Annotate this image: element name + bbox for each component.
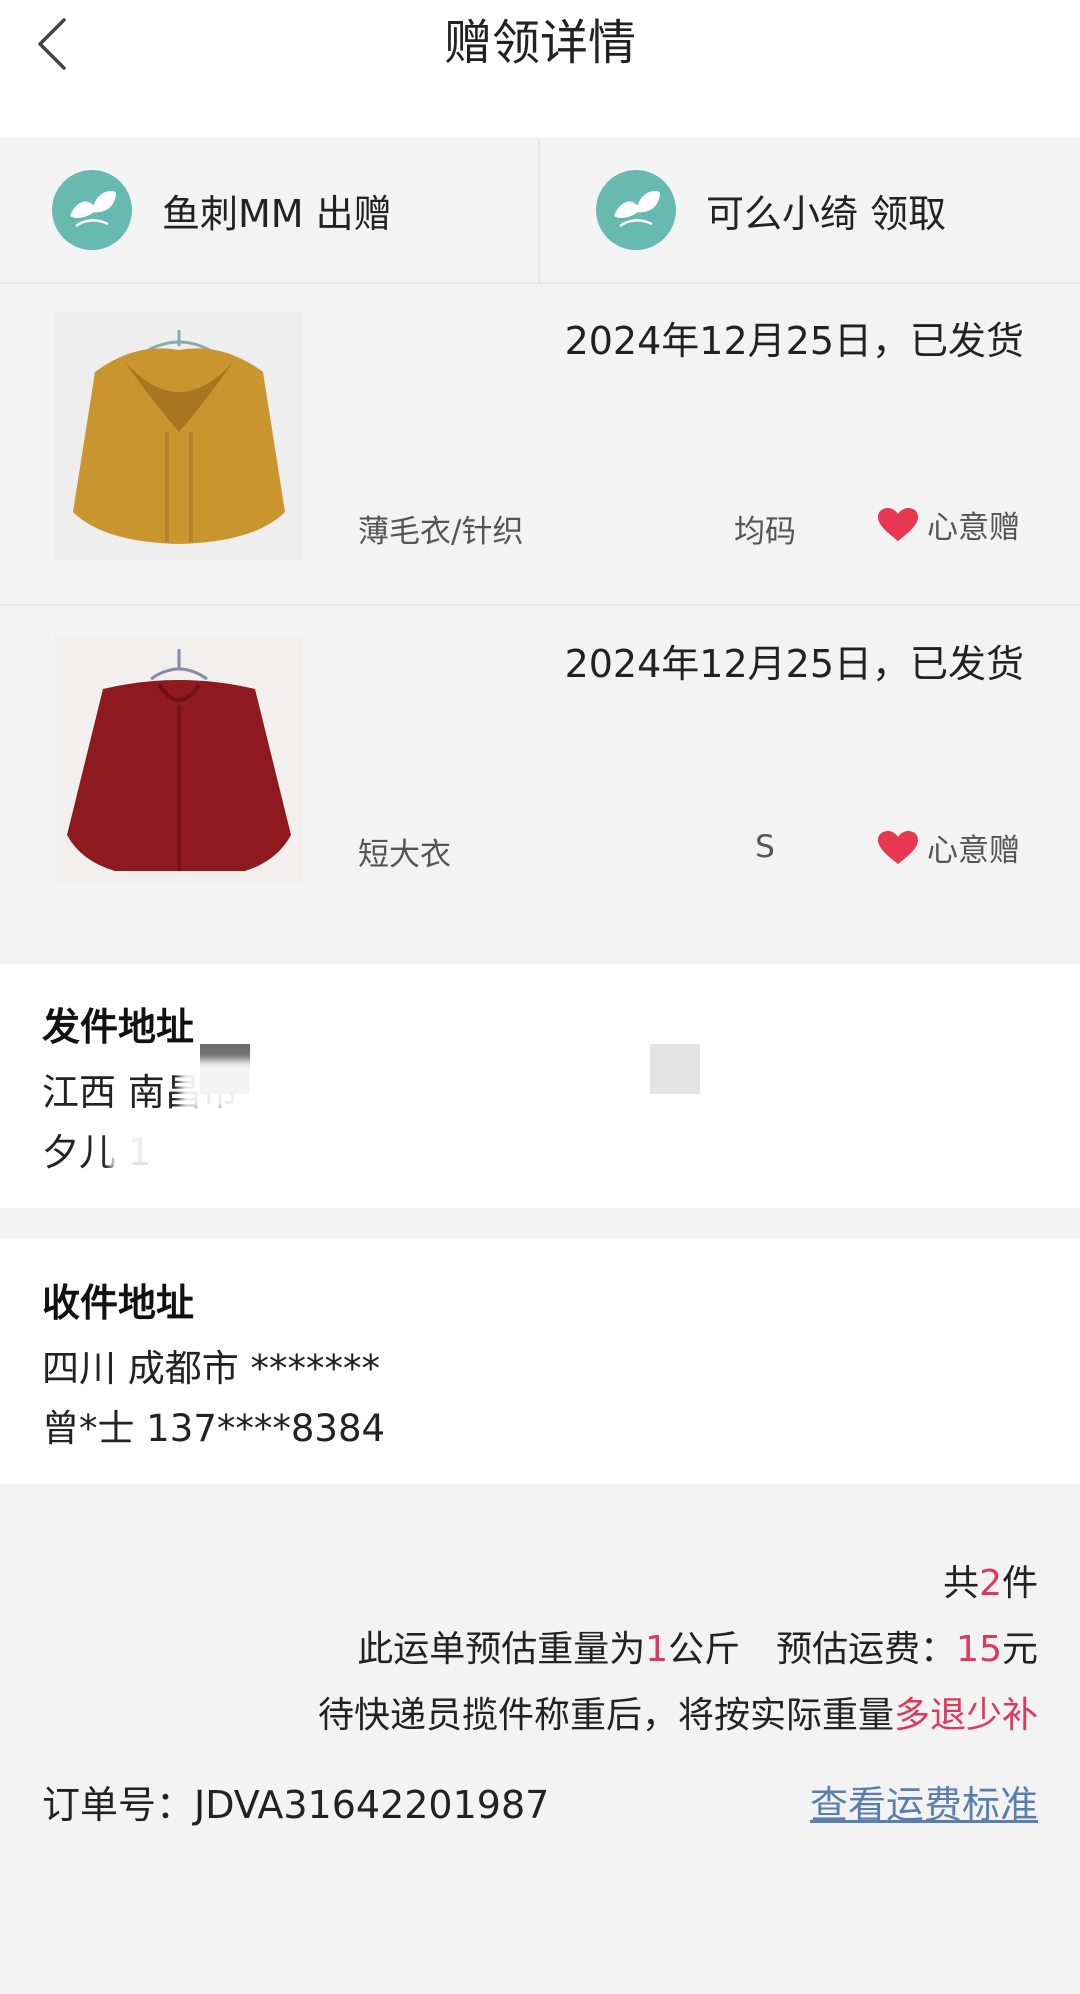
receiver-party: 可么小绮 领取 — [540, 138, 1080, 282]
order-number: 订单号：JDVA31642201987 — [42, 1783, 550, 1827]
giver-avatar[interactable] — [52, 170, 132, 250]
item-category: 薄毛衣/针织 — [358, 514, 524, 550]
item-size: 均码 — [734, 514, 796, 550]
view-fee-standard-link[interactable]: 查看运费标准 — [810, 1774, 1038, 1829]
privacy-mosaic — [650, 1044, 700, 1094]
item-count-value: 2 — [979, 1563, 1002, 1604]
refund-note: 多退少补 — [893, 1695, 1038, 1736]
item-image — [55, 635, 303, 883]
page-title: 赠领详情 — [443, 15, 636, 71]
item-date-status: 2024年12月25日，已发货 — [564, 319, 1024, 363]
giver-party: 鱼刺MM 出赠 — [0, 138, 540, 282]
sender-address-title: 发件地址 — [42, 1005, 195, 1049]
party-bar: 鱼刺MM 出赠 可么小绮 领取 — [0, 138, 1080, 284]
gift-badge-label: 心意赠 — [927, 833, 1020, 869]
heart-icon — [878, 507, 918, 541]
receiver-avatar[interactable] — [596, 170, 676, 250]
fee-value: 15 — [956, 1629, 1002, 1670]
heart-icon — [878, 830, 918, 864]
item-image — [55, 312, 303, 560]
item-size: S — [755, 829, 775, 865]
privacy-blur — [180, 1060, 720, 1110]
item-date-status: 2024年12月25日，已发货 — [564, 642, 1024, 686]
gift-badge: 心意赠 — [877, 825, 1020, 870]
receiver-address-card: 收件地址 四川 成都市 ******* 曾*士 137****8384 — [0, 1238, 1080, 1484]
leaf-logo-icon — [70, 190, 116, 228]
shipping-estimate: 此运单预估重量为1公斤 预估运费：15元 — [357, 1629, 1038, 1670]
gift-badge: 心意赠 — [877, 502, 1020, 547]
leaf-logo-icon — [614, 190, 660, 228]
gift-item[interactable]: 2024年12月25日，已发货 短大衣 S 心意赠 — [0, 607, 1080, 927]
receiver-contact-line: 曾*士 137****8384 — [42, 1407, 386, 1450]
receiver-label: 可么小绮 领取 — [706, 191, 947, 236]
privacy-blur — [110, 1120, 370, 1170]
gift-item[interactable]: 2024年12月25日，已发货 薄毛衣/针织 均码 心意赠 — [0, 284, 1080, 606]
giver-label: 鱼刺MM 出赠 — [162, 191, 392, 236]
item-count: 共2件 — [943, 1563, 1038, 1604]
item-category: 短大衣 — [358, 837, 451, 873]
receiver-address-title: 收件地址 — [42, 1281, 195, 1325]
weight-value: 1 — [645, 1629, 669, 1670]
app-header: 赠领详情 — [0, 0, 1080, 138]
sender-address-card: 发件地址 江西 南昌市 夕儿 1 — [0, 964, 1080, 1208]
shipping-note: 待快递员揽件称重后，将按实际重量多退少补 — [317, 1695, 1038, 1736]
gift-badge-label: 心意赠 — [927, 510, 1020, 546]
receiver-address-line: 四川 成都市 ******* — [42, 1347, 381, 1390]
